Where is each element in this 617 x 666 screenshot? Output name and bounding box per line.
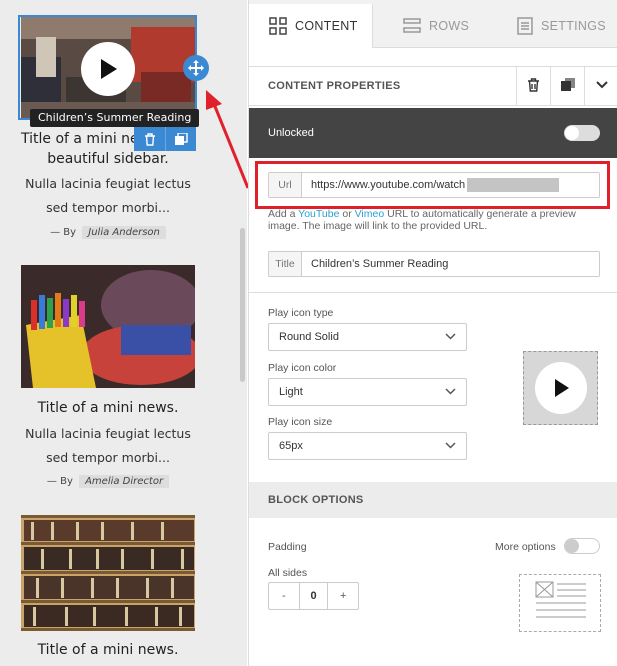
vimeo-link[interactable]: Vimeo xyxy=(355,208,385,220)
rows-icon xyxy=(403,18,421,34)
video-title-tooltip: Children’s Summer Reading xyxy=(30,109,200,127)
url-value[interactable]: https://www.youtube.com/watch xyxy=(302,178,560,192)
chevron-down-icon xyxy=(445,331,456,343)
tab-content[interactable]: CONTENT xyxy=(249,4,373,48)
properties-panel: CONTENT ROWS SETTINGS CONTENT PROPERTIES xyxy=(248,0,617,666)
news-title-1-line2: beautiful sidebar. xyxy=(47,151,169,167)
news-body-2-line2: sed tempor morbi... xyxy=(46,450,170,465)
help-or: or xyxy=(339,208,355,220)
collapse-button[interactable] xyxy=(584,66,617,106)
delete-block-button[interactable] xyxy=(516,66,550,106)
url-label: Url xyxy=(269,173,302,197)
lock-status-bar: Unlocked xyxy=(249,108,617,158)
more-options-toggle[interactable] xyxy=(564,538,600,554)
news-body-2-line1: Nulla lacinia feugiat lectus xyxy=(25,426,191,441)
select-value: 65px xyxy=(279,440,303,452)
padding-stepper: - 0 + xyxy=(268,582,359,610)
section-title: BLOCK OPTIONS xyxy=(268,494,364,506)
news-byline-2: — By Amelia Director xyxy=(20,475,196,488)
news-body-1-line1: Nulla lacinia feugiat lectus xyxy=(25,176,191,191)
padding-value[interactable]: 0 xyxy=(298,583,329,609)
news-image-bookshelf[interactable] xyxy=(21,515,195,631)
author-name: Julia Anderson xyxy=(82,226,166,239)
lock-toggle[interactable] xyxy=(564,125,600,141)
chevron-down-icon xyxy=(595,80,608,92)
trash-icon xyxy=(527,77,540,95)
toggle-knob xyxy=(565,539,579,553)
play-icon-type-select[interactable]: Round Solid xyxy=(268,323,467,351)
layout-placeholder-icon xyxy=(535,581,586,618)
byline-prefix: — By xyxy=(50,227,77,238)
youtube-link[interactable]: YouTube xyxy=(298,208,339,220)
panel-tabs: CONTENT ROWS SETTINGS xyxy=(249,0,617,48)
padding-label: Padding xyxy=(268,541,307,553)
decrement-button[interactable]: - xyxy=(269,583,299,609)
author-name: Amelia Director xyxy=(79,475,170,488)
selection-frame xyxy=(18,15,197,120)
tab-settings[interactable]: SETTINGS xyxy=(517,4,617,48)
divider xyxy=(249,292,617,293)
duplicate-icon xyxy=(560,77,575,95)
all-sides-label: All sides xyxy=(268,567,308,579)
more-options-label: More options xyxy=(495,541,556,553)
byline-prefix: — By xyxy=(46,476,73,487)
title-field[interactable]: Title Children’s Summer Reading xyxy=(268,251,600,277)
url-field[interactable]: Url https://www.youtube.com/watch xyxy=(268,172,600,198)
tab-label: CONTENT xyxy=(295,19,358,33)
trash-icon[interactable] xyxy=(134,127,165,151)
redacted-text xyxy=(467,178,560,192)
document-icon xyxy=(517,17,533,35)
preview-scrollbar[interactable] xyxy=(240,228,245,382)
increment-button[interactable]: + xyxy=(328,583,358,609)
news-byline-1: — By Julia Anderson xyxy=(20,226,196,239)
chevron-down-icon xyxy=(445,440,456,452)
play-icon-size-label: Play icon size xyxy=(268,416,333,428)
play-icon xyxy=(534,362,587,414)
duplicate-block-button[interactable] xyxy=(550,66,584,106)
url-text: https://www.youtube.com/watch xyxy=(311,178,466,191)
padding-preview xyxy=(519,574,601,632)
content-properties-header: CONTENT PROPERTIES xyxy=(249,66,617,106)
news-image-crayons[interactable] xyxy=(21,265,195,388)
news-body-1-line2: sed tempor morbi... xyxy=(46,200,170,215)
select-value: Light xyxy=(279,386,303,398)
help-prefix: Add a xyxy=(268,208,299,220)
toggle-knob xyxy=(565,126,579,140)
duplicate-icon[interactable] xyxy=(165,127,196,151)
news-title-3: Title of a mini news. xyxy=(37,642,179,658)
play-icon-size-select[interactable]: 65px xyxy=(268,432,467,460)
tab-label: ROWS xyxy=(429,19,470,33)
play-icon-preview xyxy=(523,351,598,425)
play-icon-color-label: Play icon color xyxy=(268,362,337,374)
play-icon-type-label: Play icon type xyxy=(268,307,334,319)
title-label: Title xyxy=(269,252,302,276)
block-options-header: BLOCK OPTIONS xyxy=(249,482,617,518)
tab-rows[interactable]: ROWS xyxy=(403,4,519,48)
chevron-down-icon xyxy=(445,386,456,398)
block-toolbar xyxy=(134,127,196,151)
unlocked-label: Unlocked xyxy=(268,127,314,139)
section-title: CONTENT PROPERTIES xyxy=(268,80,401,92)
title-value[interactable]: Children’s Summer Reading xyxy=(302,258,448,270)
url-help-text: Add a YouTube or Vimeo URL to automatica… xyxy=(268,208,603,232)
tab-label: SETTINGS xyxy=(541,19,606,33)
select-value: Round Solid xyxy=(279,331,339,343)
move-handle-icon[interactable] xyxy=(183,55,209,81)
play-icon-color-select[interactable]: Light xyxy=(268,378,467,406)
news-title-2: Title of a mini news. xyxy=(37,400,179,416)
grid-icon xyxy=(269,17,287,35)
